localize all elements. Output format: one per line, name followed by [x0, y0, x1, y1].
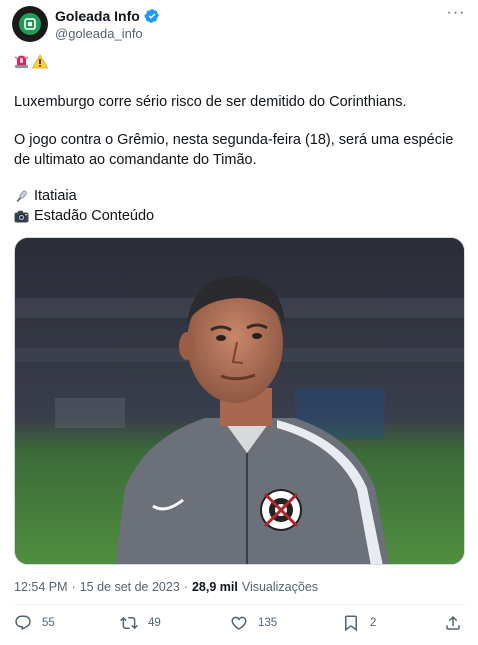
author-handle[interactable]: @goleada_info	[55, 26, 160, 41]
credit-radio-label: Itatiaia	[34, 188, 77, 204]
heart-icon	[230, 614, 248, 632]
author-display-name[interactable]: Goleada Info	[55, 8, 140, 24]
avatar-logo-icon	[19, 13, 41, 35]
warning-icon	[31, 54, 49, 69]
reply-button[interactable]: 55	[14, 614, 55, 632]
views-label: Visualizações	[241, 580, 319, 594]
bookmark-count: 2	[370, 617, 377, 629]
tweet-text-paragraph-1: Luxemburgo corre sério risco de ser demi…	[14, 94, 407, 110]
views-count: 28,9 mil	[191, 580, 238, 594]
action-bar: 55 49 135 2	[14, 614, 466, 642]
camera-icon	[14, 209, 29, 224]
more-options-icon[interactable]: ···	[446, 5, 466, 26]
tweet-photo[interactable]	[14, 237, 465, 565]
author-avatar[interactable]	[12, 6, 48, 42]
credit-photo-label: Estadão Conteúdo	[34, 208, 155, 224]
police-light-icon	[14, 54, 29, 68]
like-count: 135	[258, 617, 278, 629]
tweet-text-paragraph-2: O jogo contra o Grêmio, nesta segunda-fe…	[14, 132, 454, 168]
share-icon	[444, 614, 462, 632]
credit-radio: Itatiaia	[14, 186, 77, 206]
tweet-date[interactable]: 15 de set de 2023	[80, 580, 180, 594]
reply-count: 55	[42, 617, 55, 629]
meta-separator: ·	[71, 580, 76, 594]
emoji-row	[14, 54, 49, 69]
share-button[interactable]	[444, 614, 462, 632]
retweet-icon	[120, 614, 138, 632]
verified-badge-icon	[144, 8, 160, 24]
tweet-header: Goleada Info @goleada_info ···	[12, 5, 466, 46]
bookmark-icon	[342, 614, 360, 632]
credit-photo: Estadão Conteúdo	[14, 206, 154, 226]
divider	[14, 604, 466, 605]
retweet-button[interactable]: 49	[120, 614, 161, 632]
reply-icon	[14, 614, 32, 632]
tweet-time[interactable]: 12:54 PM	[14, 580, 68, 594]
meta-separator: ·	[183, 580, 188, 594]
bookmark-button[interactable]: 2	[342, 614, 376, 632]
retweet-count: 49	[148, 617, 161, 629]
microphone-icon	[14, 189, 29, 204]
like-button[interactable]: 135	[230, 614, 277, 632]
tweet-meta: 12:54 PM · 15 de set de 2023 · 28,9 mil …	[14, 580, 318, 594]
